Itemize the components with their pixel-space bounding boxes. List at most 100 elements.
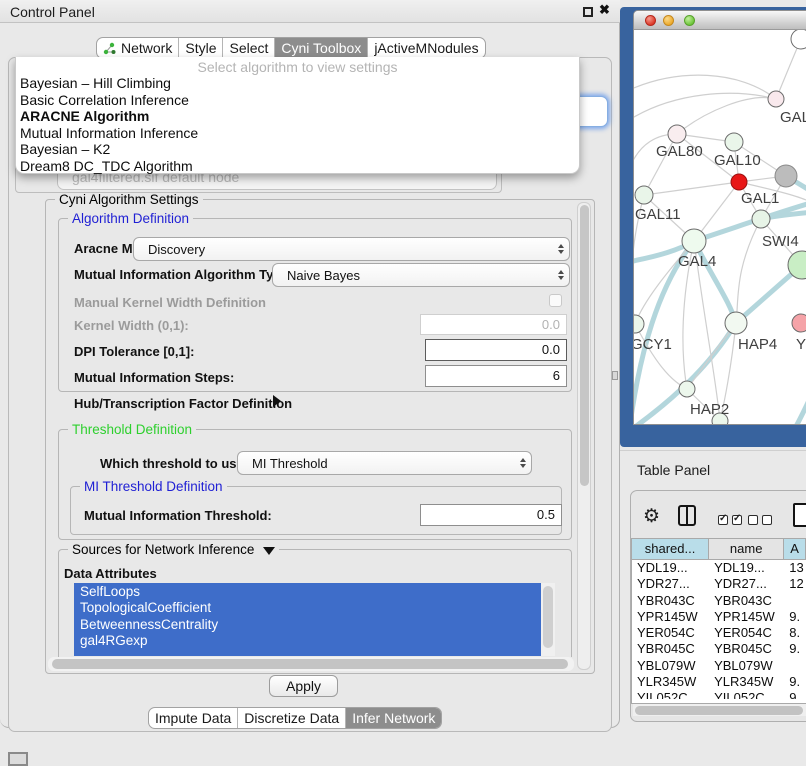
node[interactable]	[775, 165, 797, 187]
node-label: GAL	[780, 109, 806, 126]
tab-select[interactable]: Select	[223, 38, 275, 58]
mi-type-value: Naive Bayes	[273, 268, 553, 283]
mi-threshold-field[interactable]: 0.5	[420, 504, 562, 526]
node-y[interactable]	[792, 314, 806, 332]
data-attributes-list: SelfLoopsTopologicalCoefficientBetweenne…	[74, 583, 541, 656]
mi-steps-field[interactable]: 6	[425, 365, 567, 387]
close-icon[interactable]: ✖	[599, 2, 610, 18]
table-cell: YBR045C	[709, 641, 784, 657]
table-row[interactable]: YER054CYER054C8.	[632, 625, 806, 641]
dpi-tolerance-label: DPI Tolerance [0,1]:	[74, 344, 194, 359]
network-tab-icon	[103, 42, 116, 55]
which-threshold-combo[interactable]: MI Threshold	[237, 451, 532, 475]
algorithm-option[interactable]: Bayesian – Hill Climbing	[16, 75, 579, 92]
network-node-labels: GALGAL80GAL10GAL1GAL11GAL4SWI4GCY1HAP4YH…	[634, 109, 806, 418]
table-panel-titlebar: Table Panel	[620, 450, 806, 488]
table-row[interactable]: YBL079WYBL079W	[632, 658, 806, 674]
gear-icon[interactable]: ⚙	[643, 505, 660, 528]
minimize-traffic-light-icon[interactable]	[663, 15, 674, 26]
apply-button[interactable]: Apply	[269, 675, 338, 697]
tab-network[interactable]: Network	[97, 38, 179, 58]
node-hap4[interactable]	[725, 312, 747, 334]
node-gal[interactable]	[768, 91, 784, 107]
split-columns-icon[interactable]	[678, 505, 696, 526]
node-label: GAL80	[656, 143, 703, 160]
collapse-arrow-icon[interactable]	[263, 547, 275, 555]
tab-style[interactable]: Style	[179, 38, 223, 58]
split-divider-grip[interactable]	[612, 371, 618, 380]
document-icon[interactable]	[793, 503, 806, 527]
zoom-traffic-light-icon[interactable]	[684, 15, 695, 26]
table-cell: 9.	[784, 641, 806, 657]
column-header[interactable]: name	[709, 539, 784, 560]
column-header[interactable]: A	[784, 539, 806, 560]
attribute-item[interactable]: SelfLoops	[74, 583, 541, 599]
expand-arrow-icon[interactable]	[273, 395, 281, 407]
mi-steps-label: Mutual Information Steps:	[74, 370, 234, 385]
node-gal4[interactable]	[682, 229, 706, 253]
tab-label: Network	[121, 40, 172, 56]
algorithm-option[interactable]: Basic Correlation Inference	[16, 92, 579, 109]
node[interactable]	[791, 30, 806, 49]
settings-horizontal-scrollbar[interactable]	[48, 657, 574, 671]
tab-impute-data[interactable]: Impute Data	[149, 708, 238, 728]
settings-vertical-scrollbar[interactable]	[577, 202, 591, 670]
node-gcy1[interactable]	[634, 315, 644, 333]
minimized-window-icon[interactable]	[8, 752, 28, 766]
table-cell: 9.	[784, 674, 806, 690]
algorithm-option[interactable]: Dream8 DC_TDC Algorithm	[16, 158, 579, 175]
tab-discretize-data[interactable]: Discretize Data	[238, 708, 346, 728]
attribute-item[interactable]: BetweennessCentrality	[74, 616, 541, 632]
table-row[interactable]: YDL19...YDL19...13	[632, 560, 806, 576]
table-panel-title: Table Panel	[637, 462, 710, 478]
dpi-tolerance-field[interactable]: 0.0	[425, 339, 567, 361]
tab-label: Discretize Data	[244, 710, 339, 726]
mi-type-combo[interactable]: Naive Bayes	[272, 263, 570, 287]
manual-kernel-label: Manual Kernel Width Definition	[74, 295, 266, 310]
attribute-item[interactable]: TopologicalCoefficient	[74, 599, 541, 615]
float-window-icon[interactable]	[583, 7, 593, 17]
table-row[interactable]: YBR043CYBR043C	[632, 593, 806, 609]
tab-cyni-toolbox[interactable]: Cyni Toolbox	[275, 38, 368, 58]
table-row[interactable]: YBR045CYBR045C9.	[632, 641, 806, 657]
column-header[interactable]: shared...	[632, 539, 709, 560]
network-window-titlebar[interactable]	[634, 11, 806, 30]
table-horizontal-scrollbar[interactable]	[633, 704, 806, 716]
algorithm-option[interactable]: Mutual Information Inference	[16, 125, 579, 142]
tab-infer-network[interactable]: Infer Network	[346, 708, 441, 728]
node-hap2[interactable]	[679, 381, 695, 397]
tab-jactivemnodules[interactable]: jActiveMNodules	[368, 38, 484, 58]
hide-columns-icon[interactable]	[748, 512, 776, 530]
show-columns-icon[interactable]	[718, 512, 746, 530]
threshold-definition-title: Threshold Definition	[68, 422, 196, 437]
attribute-item[interactable]: gal4RGexp	[74, 632, 541, 648]
tab-label: jActiveMNodules	[374, 40, 478, 56]
table-cell: 8.	[784, 625, 806, 641]
table-row[interactable]: YDR27...YDR27...12	[632, 576, 806, 592]
kernel-width-field[interactable]: 0.0	[420, 314, 567, 335]
table-row[interactable]: YPR145WYPR145W9.	[632, 609, 806, 625]
node-gal10[interactable]	[725, 133, 743, 151]
algorithm-dropdown: Select algorithm to view settings Bayesi…	[15, 57, 580, 174]
algorithm-option[interactable]: Bayesian – K2	[16, 141, 579, 158]
node[interactable]	[752, 210, 770, 228]
node-table[interactable]: shared...nameA YDL19...YDL19...13YDR27..…	[631, 538, 806, 704]
algorithm-option[interactable]: ARACNE Algorithm	[16, 108, 579, 125]
table-row[interactable]: YLR345WYLR345W9.	[632, 674, 806, 690]
table-row[interactable]: YIL052CYIL052C9	[632, 690, 806, 699]
mi-threshold-label: Mutual Information Threshold:	[84, 508, 272, 523]
control-panel-title: Control Panel	[10, 4, 95, 20]
node-gal11[interactable]	[635, 186, 653, 204]
close-traffic-light-icon[interactable]	[645, 15, 656, 26]
table-cell: YBR043C	[709, 593, 784, 609]
aracne-mode-value: Discovery	[134, 242, 553, 257]
manual-kernel-checkbox[interactable]	[549, 294, 562, 307]
network-canvas[interactable]: GALGAL80GAL10GAL1GAL11GAL4SWI4GCY1HAP4YH…	[634, 30, 806, 425]
aracne-mode-combo[interactable]: Discovery	[133, 237, 570, 261]
table-cell	[784, 593, 806, 609]
sources-title-text: Sources for Network Inference	[72, 542, 254, 557]
node-gal80[interactable]	[668, 125, 686, 143]
node-label: GAL10	[714, 152, 761, 169]
node-gal1[interactable]	[731, 174, 747, 190]
attr-list-scrollbar[interactable]	[541, 583, 555, 656]
